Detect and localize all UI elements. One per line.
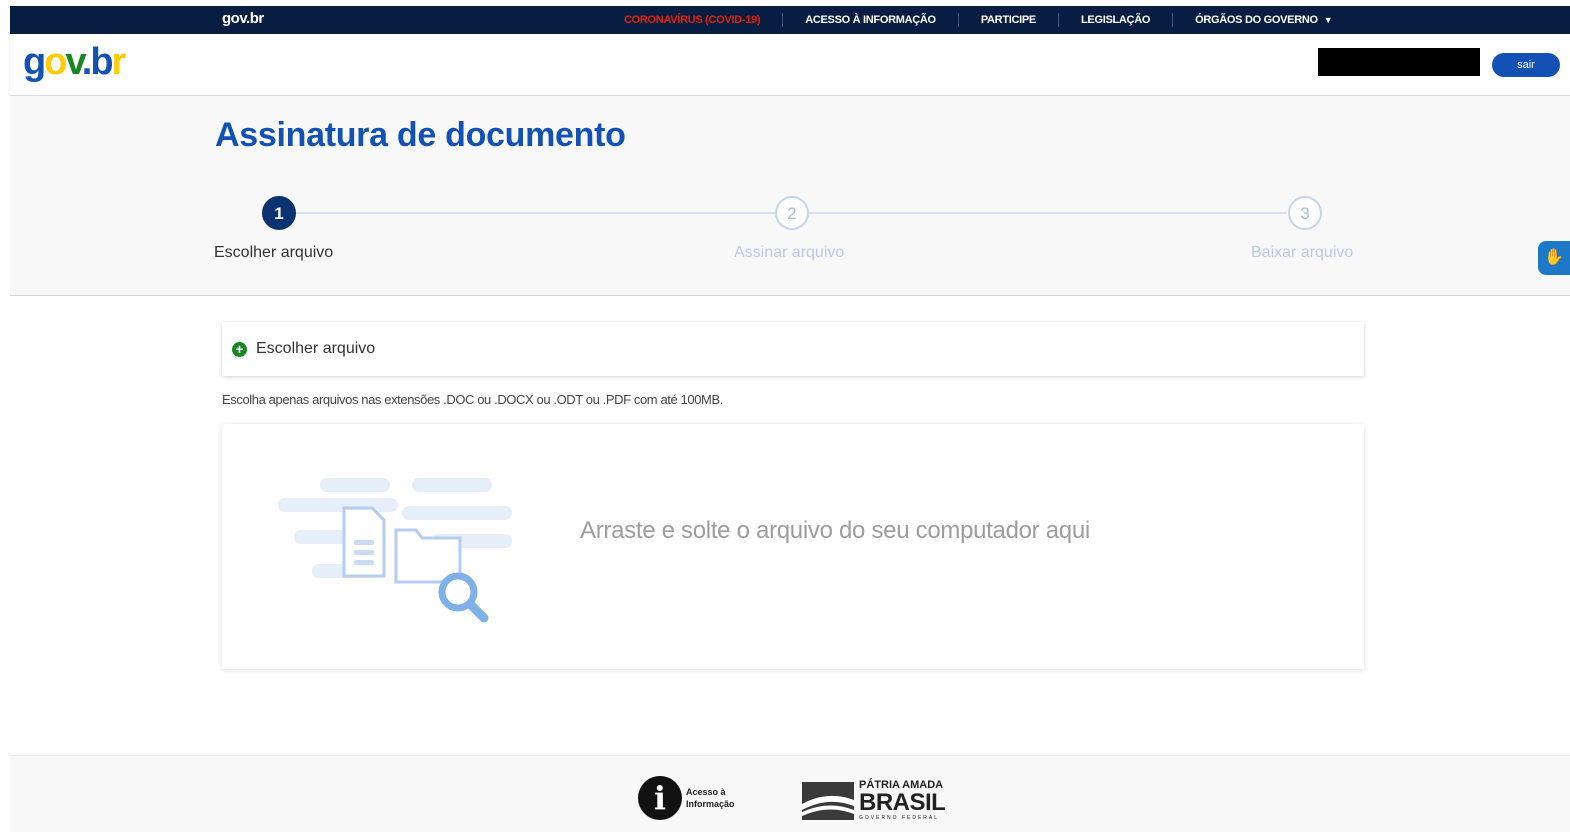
link-coronavirus[interactable]: CORONAVÍRUS (COVID-19) <box>616 13 784 27</box>
file-extension-hint: Escolha apenas arquivos nas extensões .D… <box>222 392 723 407</box>
title-stepper-section: Assinatura de documento 1 2 3 Escolher a… <box>10 96 1570 296</box>
gov-bar-links: CORONAVÍRUS (COVID-19) ACESSO À INFORMAÇ… <box>616 6 1354 34</box>
dropzone-text: Arraste e solte o arquivo do seu computa… <box>580 517 1090 544</box>
file-dropzone[interactable]: Arraste e solte o arquivo do seu computa… <box>222 424 1364 669</box>
step-1-label: Escolher arquivo <box>214 244 334 261</box>
user-name-redacted <box>1318 48 1480 76</box>
acesso-line-2: Informação <box>686 799 735 809</box>
info-icon: i <box>638 776 682 820</box>
accessibility-icon[interactable]: ✋ <box>1538 241 1570 275</box>
brasil-main-text: BRASIL <box>859 789 946 816</box>
brasil-bottom-text: GOVERNO FEDERAL <box>859 815 940 821</box>
step-1-circle: 1 <box>262 196 296 230</box>
acesso-line-1: Acesso à <box>686 787 726 797</box>
acesso-informacao-logo[interactable]: i Acesso à Informação <box>638 776 756 820</box>
site-header: gov.br sair <box>10 34 1570 96</box>
choose-file-button[interactable]: + Escolher arquivo <box>222 322 1364 376</box>
brasil-flag-icon <box>802 781 854 820</box>
step-connector <box>295 212 775 214</box>
gov-top-bar: gov.br CORONAVÍRUS (COVID-19) ACESSO À I… <box>10 6 1570 34</box>
link-orgaos-governo-label: ÓRGÃOS DO GOVERNO <box>1195 14 1318 26</box>
step-3-circle: 3 <box>1288 196 1322 230</box>
link-acesso-informacao[interactable]: ACESSO À INFORMAÇÃO <box>783 13 959 27</box>
link-participe[interactable]: PARTICIPE <box>959 13 1059 27</box>
page-title: Assinatura de documento <box>215 116 626 154</box>
step-2-label: Assinar arquivo <box>734 244 845 261</box>
step-2-circle: 2 <box>775 196 809 230</box>
step-connector <box>809 212 1287 214</box>
chevron-down-icon: ▼ <box>1323 15 1333 25</box>
footer: i Acesso à Informação PÁTRIA AMADA BRASI… <box>10 755 1570 832</box>
acesso-informacao-text: Acesso à Informação <box>686 786 756 810</box>
brasil-governo-federal-logo[interactable]: PÁTRIA AMADA BRASIL GOVERNO FEDERAL <box>802 780 946 822</box>
file-search-illustration-icon <box>278 478 512 623</box>
plus-circle-icon: + <box>232 341 247 357</box>
logout-button[interactable]: sair <box>1492 53 1560 77</box>
link-legislacao[interactable]: LEGISLAÇÃO <box>1059 13 1174 27</box>
choose-file-label: Escolher arquivo <box>256 340 376 357</box>
gov-bar-logo[interactable]: gov.br <box>222 10 264 27</box>
link-orgaos-governo[interactable]: ÓRGÃOS DO GOVERNO ▼ <box>1173 13 1354 27</box>
brasil-text: PÁTRIA AMADA BRASIL GOVERNO FEDERAL <box>859 780 946 822</box>
step-3-label: Baixar arquivo <box>1251 244 1354 261</box>
govbr-logo[interactable]: gov.br <box>23 42 126 82</box>
page: gov.br CORONAVÍRUS (COVID-19) ACESSO À I… <box>10 0 1570 832</box>
